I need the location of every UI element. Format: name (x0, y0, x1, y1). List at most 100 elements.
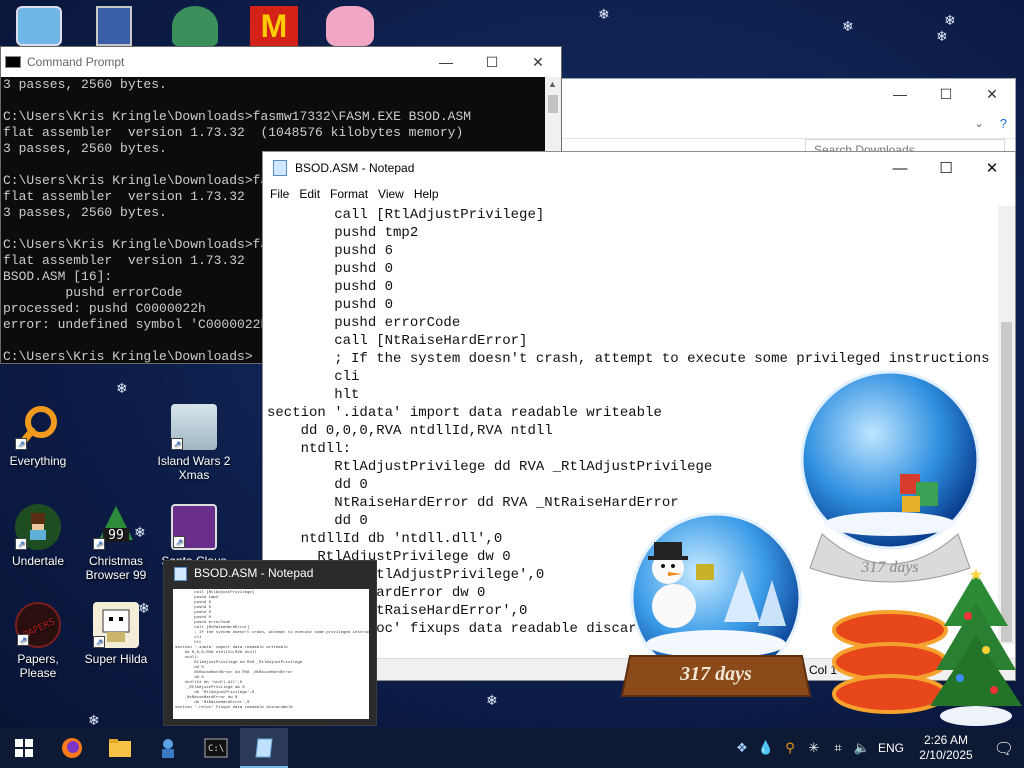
thumbnail-content: call [RtlAdjustPrivilege] pushd tmp2 pus… (175, 591, 369, 710)
papers-please-icon: PAPERS ↗ (15, 602, 61, 648)
desktop-icon-app-2[interactable] (96, 6, 132, 46)
undertale-icon: ↗ (15, 504, 61, 550)
minimize-icon[interactable]: — (877, 79, 923, 109)
window-title: BSOD.ASM - Notepad (295, 161, 415, 175)
taskbar-firefox[interactable] (48, 728, 96, 768)
tray-app-icon[interactable]: ❖ (730, 741, 754, 756)
christmas-tree-decoration: ★ (930, 566, 1022, 726)
desktop-icon-mcdonalds[interactable]: M (250, 6, 298, 46)
svg-text:C:\: C:\ (208, 744, 224, 754)
window-title: Command Prompt (27, 55, 125, 69)
menu-view[interactable]: View (376, 184, 412, 204)
tray-search-icon[interactable]: ⚲ (778, 741, 802, 756)
notification-icon[interactable]: 🗨 (984, 739, 1024, 758)
language-indicator[interactable]: ENG (874, 741, 908, 755)
notepad-icon (255, 738, 273, 758)
shortcut-arrow-icon: ↗ (93, 636, 105, 648)
snowflake: ❄ (116, 381, 128, 397)
app-icon (162, 739, 174, 758)
tray-network-icon[interactable]: ⌗ (826, 741, 850, 756)
days-counter-right: 317 days (860, 559, 918, 576)
snowflake: ❄ (598, 7, 610, 23)
notepad-icon (273, 160, 287, 176)
snowflake: ❄ (88, 713, 100, 729)
maximize-icon[interactable]: ☐ (923, 79, 969, 109)
menu-format[interactable]: Format (328, 184, 376, 204)
notepad-titlebar[interactable]: BSOD.ASM - Notepad — ☐ ✕ (263, 152, 1015, 184)
desktop-icon-label: Undertale (11, 554, 65, 568)
thumbnail-image[interactable]: call [RtlAdjustPrivilege] pushd tmp2 pus… (173, 589, 369, 719)
desktop-icon-pig[interactable] (326, 6, 374, 46)
taskbar-thumbnail-preview[interactable]: BSOD.ASM - Notepad call [RtlAdjustPrivil… (163, 560, 377, 726)
desktop-icon-label: Super Hilda (84, 652, 148, 666)
desktop-icon-papers-please[interactable]: PAPERS ↗ Papers, Please (0, 602, 76, 680)
santa-icon: ↗ (171, 504, 217, 550)
menu-file[interactable]: File (268, 184, 297, 204)
snowflake: ❄ (486, 693, 498, 709)
magnifier-icon: ↗ (15, 404, 61, 450)
desktop-icon-super-hilda[interactable]: ↗ Super Hilda (78, 602, 154, 666)
firefox-icon (62, 738, 82, 758)
thumbnail-title: BSOD.ASM - Notepad (194, 566, 314, 580)
minimize-icon[interactable]: — (423, 54, 469, 70)
desktop-icon-everything[interactable]: ↗ Everything (0, 404, 76, 468)
maximize-icon[interactable]: ☐ (469, 54, 515, 71)
menu-bar: File Edit Format View Help (263, 184, 1015, 204)
desktop-icon-label: Island Wars 2 Xmas (157, 454, 231, 482)
scrollbar-thumb[interactable] (548, 95, 558, 113)
taskbar-command-prompt[interactable]: C:\ (192, 728, 240, 768)
svg-text:99: 99 (108, 528, 124, 543)
close-icon[interactable]: ✕ (969, 79, 1015, 109)
close-icon[interactable]: ✕ (515, 54, 561, 71)
clock-time: 2:26 AM (923, 733, 969, 747)
notepad-icon (174, 567, 187, 581)
cmd-icon (5, 56, 21, 68)
shortcut-arrow-icon: ↗ (15, 438, 27, 450)
windows-icon (15, 739, 33, 757)
maximize-icon[interactable]: ☐ (923, 159, 969, 177)
taskbar-notepad[interactable] (240, 728, 288, 768)
menu-edit[interactable]: Edit (297, 184, 328, 204)
snowflake: ❄ (842, 19, 854, 35)
tray-droplet-icon[interactable]: 💧 (754, 741, 778, 756)
desktop-icon-label: Papers, Please (17, 652, 59, 680)
desktop-icon-label: Christmas Browser 99 (85, 554, 147, 582)
minimize-icon[interactable]: — (877, 160, 923, 177)
desktop-icon-undertale[interactable]: ↗ Undertale (0, 504, 76, 568)
start-button[interactable] (0, 728, 48, 768)
super-hilda-icon: ↗ (93, 602, 139, 648)
system-tray: ❖ 💧 ⚲ ✳ ⌗ 🔈 ENG 2:26 AM 2/10/2025 🗨 (730, 728, 1024, 768)
clock-date: 2/10/2025 (919, 748, 973, 762)
help-icon[interactable]: ? (1000, 116, 1007, 131)
folder-icon (109, 739, 131, 757)
clock[interactable]: 2:26 AM 2/10/2025 (908, 733, 984, 763)
scroll-up-icon[interactable]: ▲ (548, 79, 557, 89)
snowflake: ❄ (944, 13, 956, 29)
menu-help[interactable]: Help (412, 184, 447, 204)
taskbar: C:\ ❖ 💧 ⚲ ✳ ⌗ 🔈 ENG 2:26 AM 2/10/2025 🗨 (0, 728, 1024, 768)
desktop-icon-label: Everything (9, 454, 67, 468)
desktop-icon-christmas-browser[interactable]: 99 ↗ Christmas Browser 99 (78, 504, 154, 582)
explorer-titlebar[interactable]: — ☐ ✕ (561, 79, 1015, 109)
svg-text:★: ★ (969, 566, 983, 584)
tray-volume-icon[interactable]: 🔈 (850, 741, 874, 756)
snowflake: ❄ (936, 29, 948, 45)
shortcut-arrow-icon: ↗ (15, 538, 27, 550)
explorer-ribbon: ⌄ ? (561, 109, 1015, 139)
shortcut-arrow-icon: ↗ (171, 438, 183, 450)
taskbar-file-explorer[interactable] (96, 728, 144, 768)
island-wars-icon: ↗ (171, 404, 217, 450)
tray-snowflake-icon[interactable]: ✳ (802, 741, 826, 756)
christmas-tree-icon: 99 ↗ (93, 504, 139, 550)
shortcut-arrow-icon: ↗ (93, 538, 105, 550)
chevron-down-icon[interactable]: ⌄ (975, 117, 984, 130)
taskbar-app[interactable] (144, 728, 192, 768)
days-counter-left: 317 days (679, 663, 752, 685)
desktop-icon-island-wars[interactable]: ↗ Island Wars 2 Xmas (156, 404, 232, 482)
desktop-icon-app-3[interactable] (172, 6, 218, 46)
close-icon[interactable]: ✕ (969, 159, 1015, 177)
cmd-titlebar[interactable]: Command Prompt — ☐ ✕ (1, 47, 561, 77)
desktop-icon-computer[interactable] (16, 6, 62, 46)
snow-globe-left: 317 days (620, 512, 812, 697)
shortcut-arrow-icon: ↗ (17, 634, 29, 646)
